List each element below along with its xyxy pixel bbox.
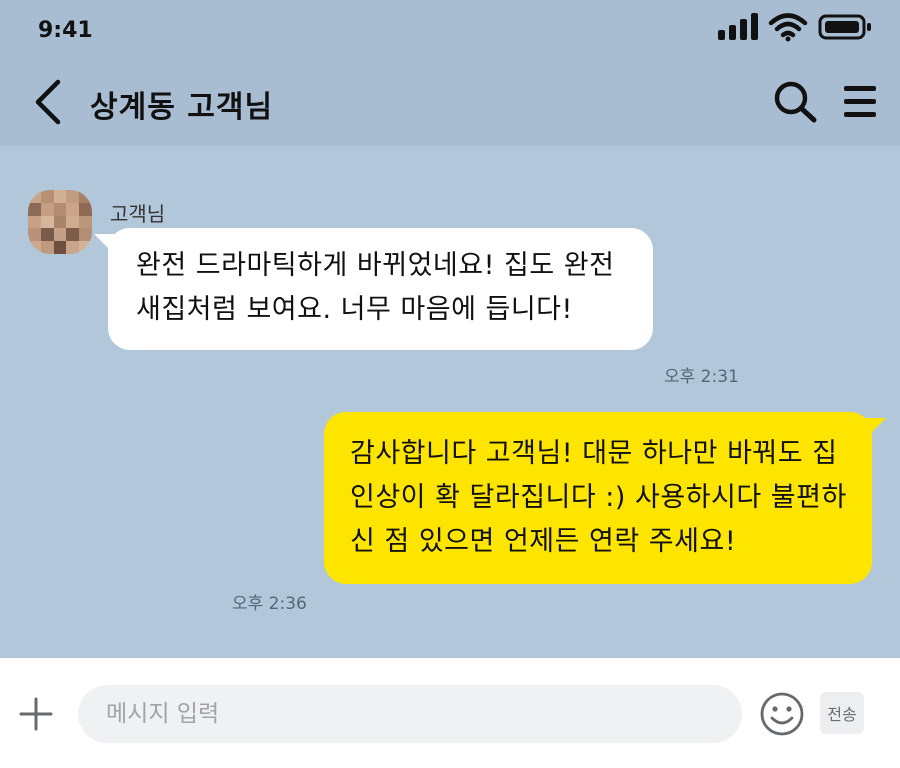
outgoing-message-bubble[interactable]: 감사합니다 고객님! 대문 하나만 바꿔도 집 인상이 확 달라집니다 :) 사… (324, 412, 886, 584)
chat-title: 상계동 고객님 (90, 90, 274, 125)
search-button[interactable] (770, 78, 820, 126)
attach-button[interactable] (18, 696, 54, 732)
emoji-button[interactable] (758, 690, 806, 738)
plus-icon (19, 697, 53, 731)
back-arrow-icon (35, 79, 61, 125)
status-time: 9:41 (38, 18, 93, 43)
emoji-icon (760, 692, 804, 736)
back-button[interactable] (26, 78, 70, 126)
incoming-message-bubble[interactable]: 완전 드라마틱하게 바뀌었네요! 집도 완전 새집처럼 보여요. 너무 마음에 … (94, 228, 653, 350)
sender-name: 고객님 (110, 202, 166, 226)
sender-avatar[interactable] (28, 190, 92, 254)
chat-area[interactable]: 고객님 완전 드라마틱하게 바뀌었네요! 집도 완전 새집처럼 보여요. 너무 … (0, 146, 900, 658)
chat-header: 상계동 고객님 (0, 60, 900, 146)
message-timestamp: 오후 2:31 (664, 367, 739, 387)
message-timestamp: 오후 2:36 (232, 594, 307, 614)
status-bar: 9:41 (0, 0, 900, 60)
message-input-bar: 전송 (0, 658, 900, 768)
battery-icon (818, 14, 871, 40)
message-input[interactable] (78, 685, 742, 743)
search-icon (774, 81, 817, 123)
send-button[interactable]: 전송 (820, 692, 864, 734)
cellular-signal-icon (718, 13, 758, 40)
hamburger-menu-icon (844, 86, 876, 117)
menu-button[interactable] (838, 80, 882, 124)
wifi-icon (768, 13, 808, 42)
